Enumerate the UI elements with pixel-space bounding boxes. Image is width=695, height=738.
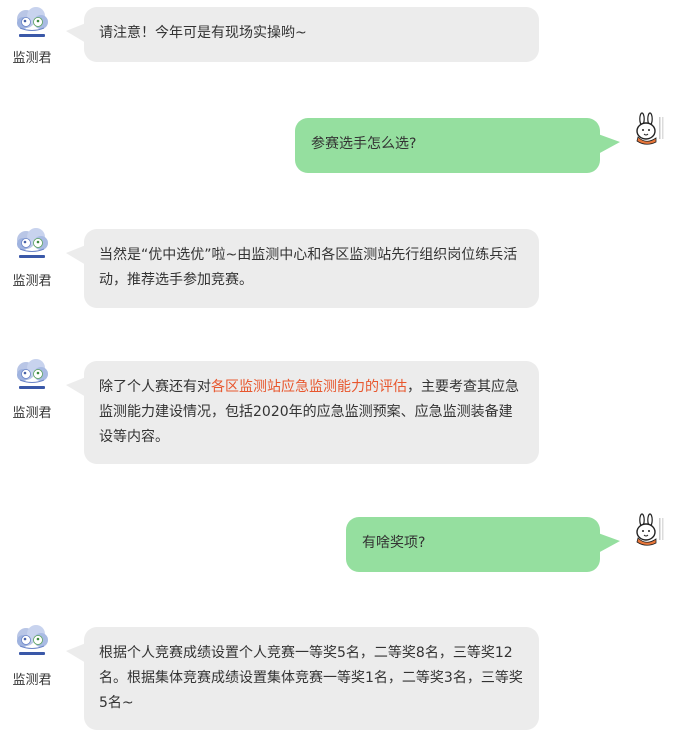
bot-name: 监测君 [12,673,52,688]
bot-avatar[interactable] [14,227,50,263]
message-text: 当然是“优中选优”啦~由监测中心和各区监测站先行组织岗位练兵活动，推荐选手参加竞… [99,247,518,288]
bot-name: 监测君 [12,274,52,289]
message-bubble: 根据个人竞赛成绩设置个人竞赛一等奖5名，二等奖8名，三等奖12名。根据集体竞赛成… [66,627,539,730]
message-text: 请注意！今年可是有现场实操哟~ [99,25,307,41]
bot-avatar[interactable] [14,358,50,394]
message-bubble: 请注意！今年可是有现场实操哟~ [66,7,539,62]
chat-screen: { "bot": { "name": "监测君", "logo_caption"… [0,0,695,738]
bot-avatar[interactable] [14,624,50,660]
message-text: 除了个人赛还有对各区监测站应急监测能力的评估，主要考查其应急监测能力建设情况，包… [99,379,519,445]
bot-name: 监测君 [12,406,52,421]
message-bubble: 参赛选手怎么选? [295,118,620,173]
message-bubble: 有啥奖项? [346,517,620,572]
bot-avatar[interactable] [14,6,50,42]
message-bubble: 当然是“优中选优”啦~由监测中心和各区监测站先行组织岗位练兵活动，推荐选手参加竞… [66,229,539,308]
highlight-text: 各区监测站应急监测能力的评估 [211,379,407,395]
message-text: 根据个人竞赛成绩设置个人竞赛一等奖5名，二等奖8名，三等奖12名。根据集体竞赛成… [99,645,523,711]
message-text: 参赛选手怎么选? [311,136,417,152]
message-bubble: 除了个人赛还有对各区监测站应急监测能力的评估，主要考查其应急监测能力建设情况，包… [66,361,539,464]
bot-name: 监测君 [12,51,52,66]
user-avatar[interactable] [629,513,665,549]
user-avatar[interactable] [629,112,665,148]
message-text: 有啥奖项? [362,535,426,551]
